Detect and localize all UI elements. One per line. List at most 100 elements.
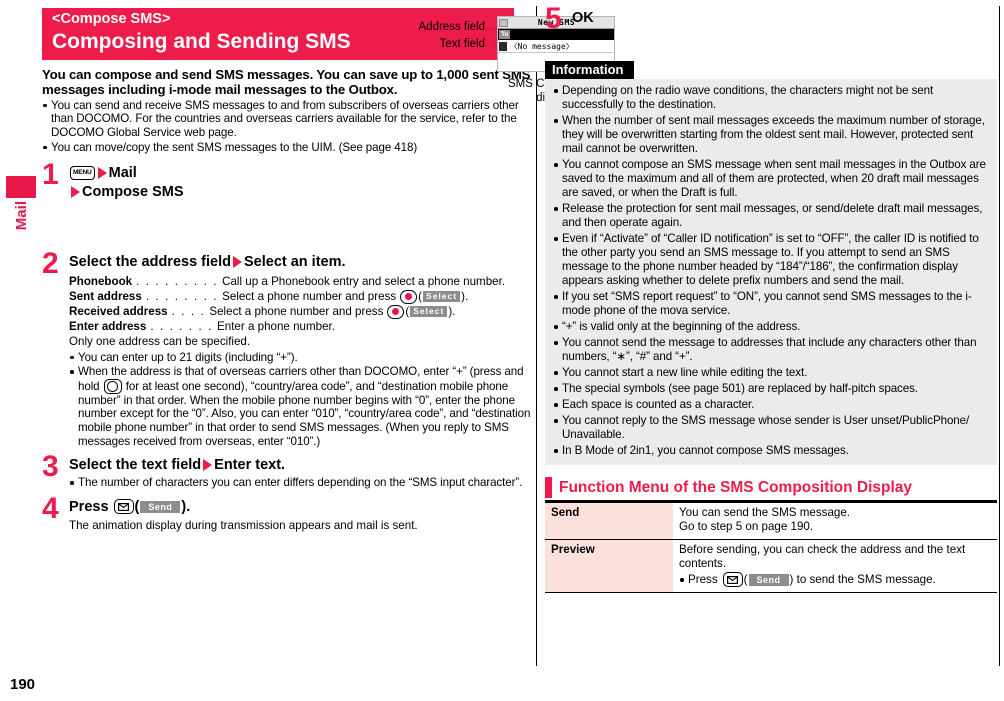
information-list: Depending on the radio wave conditions, … xyxy=(553,84,989,458)
step-3-bullets: The number of characters you can enter d… xyxy=(69,476,534,490)
leader-dots: . . . . . . . xyxy=(150,320,214,334)
step-3-heading-b: Enter text. xyxy=(214,457,286,474)
step-5-heading: OK xyxy=(572,10,594,26)
softkey-select: Select xyxy=(410,306,448,318)
list-item: The number of characters you can enter d… xyxy=(69,476,534,490)
text-tag xyxy=(499,41,507,51)
list-item: You cannot start a new line while editin… xyxy=(553,366,989,380)
step-4: 4 Press (Send). The animation display du… xyxy=(42,493,534,534)
step-3-heading: Select the text field Enter text. xyxy=(69,456,534,474)
step-1-number: 1 xyxy=(42,158,59,192)
list-item: “+” is valid only at the beginning of th… xyxy=(553,320,989,334)
list-item: You can move/copy the sent SMS messages … xyxy=(42,141,534,155)
option-desc: Select a phone number and press (Select)… xyxy=(209,304,456,319)
option-desc: Call up a Phonebook entry and select a p… xyxy=(222,275,506,289)
center-key-icon xyxy=(400,289,418,304)
option-desc-text: Select a phone number and press xyxy=(209,305,384,319)
arrow-icon xyxy=(71,186,80,199)
step-5-number: 5 xyxy=(545,2,562,35)
list-item: You cannot send the message to addresses… xyxy=(553,336,989,364)
step-3: 3 Select the text field Enter text. The … xyxy=(42,452,534,490)
callout-address-field: Address field xyxy=(418,21,485,33)
envelope-glyph xyxy=(727,575,739,584)
desc-line-1: You can send the SMS message. xyxy=(679,506,851,519)
function-menu-title: Function Menu of the SMS Composition Dis… xyxy=(559,479,913,496)
softkey-select: Select xyxy=(423,291,461,303)
right-column: 5 OK Information Depending on the radio … xyxy=(545,3,997,668)
desc-line-2: Go to step 5 on page 190. xyxy=(679,520,814,533)
leader-dots: . . . . . . . . . xyxy=(136,275,219,289)
side-tab-marker xyxy=(6,176,36,198)
function-name: Send xyxy=(545,502,673,540)
step-2-heading: Select the address field Select an item. xyxy=(69,253,534,271)
information-continuation: Release the protection for sent mail mes… xyxy=(553,202,989,230)
option-row: Sent address . . . . . . . . Select a ph… xyxy=(69,289,534,304)
softkey-send: Send xyxy=(140,500,181,513)
zero-key-icon xyxy=(103,378,122,394)
step-2-bullet2-part-b: for at least one second), “country/area … xyxy=(78,379,531,448)
function-menu-section: Function Menu of the SMS Composition Dis… xyxy=(545,477,997,593)
option-term: Enter address xyxy=(69,320,147,334)
table-row: Preview Before sending, you can check th… xyxy=(545,539,997,593)
information-box: Depending on the radio wave conditions, … xyxy=(545,79,997,465)
step-2-bullets: You can enter up to 21 digits (including… xyxy=(69,351,534,449)
step-5: 5 OK xyxy=(545,3,997,35)
step-4-note: The animation display during transmissio… xyxy=(69,518,418,532)
function-name: Preview xyxy=(545,539,673,593)
signal-icon xyxy=(499,18,508,27)
option-desc: Enter a phone number. xyxy=(217,320,335,334)
list-item: The special symbols (see page 501) are r… xyxy=(553,382,989,396)
accent-bar xyxy=(545,477,552,498)
option-term: Phonebook xyxy=(69,275,133,289)
step-2-number: 2 xyxy=(42,247,59,281)
step-2-heading-b: Select an item. xyxy=(243,254,346,271)
step-3-number: 3 xyxy=(42,450,59,484)
function-description: You can send the SMS message. Go to step… xyxy=(673,502,997,540)
option-row: Enter address . . . . . . . Enter a phon… xyxy=(69,319,534,334)
step-2-heading-a: Select the address field xyxy=(69,254,231,271)
center-key-icon xyxy=(387,304,405,319)
list-item: Depending on the radio wave conditions, … xyxy=(553,84,989,112)
option-row: Phonebook . . . . . . . . . Call up a Ph… xyxy=(69,274,534,289)
page-number: 190 xyxy=(10,676,36,693)
mail-key-icon xyxy=(722,572,743,587)
function-menu-header: Function Menu of the SMS Composition Dis… xyxy=(545,477,997,498)
information-label: Information xyxy=(545,61,634,79)
arrow-icon xyxy=(203,459,213,472)
leader-dots: . . . . xyxy=(171,305,206,319)
desc-bullet-post: ) to send the SMS message. xyxy=(789,572,936,586)
leader-dots: . . . . . . . . xyxy=(145,290,219,304)
step-2-option-list: Phonebook . . . . . . . . . Call up a Ph… xyxy=(69,274,534,334)
menu-key-icon: MENU xyxy=(70,166,95,181)
envelope-glyph xyxy=(118,502,130,511)
step-1-target-1: Mail xyxy=(108,165,137,182)
address-tag: To xyxy=(499,30,511,39)
step-2: 2 Select the address field Select an ite… xyxy=(42,249,534,449)
information-section: Information Depending on the radio wave … xyxy=(545,61,997,465)
list-item: When the number of sent mail messages ex… xyxy=(553,114,989,156)
option-term: Sent address xyxy=(69,290,142,304)
list-item: You cannot compose an SMS message when s… xyxy=(553,158,989,200)
mail-key-icon xyxy=(113,499,134,515)
side-tab: Mail xyxy=(6,176,36,230)
option-row: Received address . . . . Select a phone … xyxy=(69,304,534,319)
list-item: You can enter up to 21 digits (including… xyxy=(69,351,534,365)
option-desc: Select a phone number and press (Select)… xyxy=(222,289,469,304)
step-1-target-2: Compose SMS xyxy=(82,184,184,201)
list-item: If you set “SMS report request” to “ON”,… xyxy=(553,290,989,318)
table-row: Send You can send the SMS message. Go to… xyxy=(545,502,997,540)
desc-line-1: Before sending, you can check the addres… xyxy=(679,543,966,570)
option-desc-text: Select a phone number and press xyxy=(222,290,397,304)
function-menu-table: Send You can send the SMS message. Go to… xyxy=(545,502,997,593)
arrow-icon xyxy=(97,167,107,180)
manual-page: Mail 190 <Compose SMS> Composing and Sen… xyxy=(0,0,1004,701)
step-1-line-1: MENU Mail xyxy=(69,164,534,182)
step-4-heading: Press (Send). xyxy=(69,498,191,515)
step-4-number: 4 xyxy=(42,491,59,525)
list-item: When the address is that of overseas car… xyxy=(69,365,534,448)
desc-bullet-pre: Press xyxy=(688,572,718,586)
step-1-line-2: Compose SMS xyxy=(69,183,534,201)
arrow-icon xyxy=(232,256,242,269)
list-item: You cannot reply to the SMS message whos… xyxy=(553,414,989,442)
option-desc-tail: ). xyxy=(448,305,456,319)
